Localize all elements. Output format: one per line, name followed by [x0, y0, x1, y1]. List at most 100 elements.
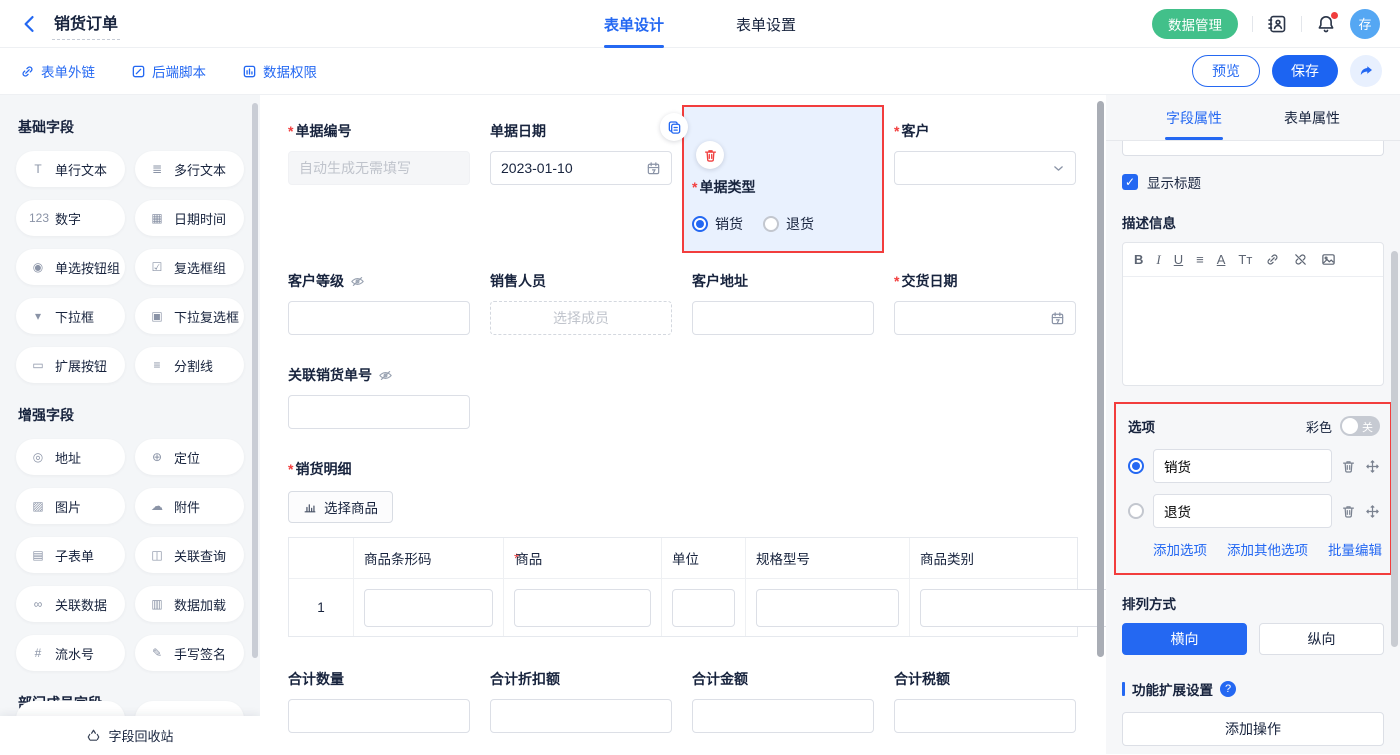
italic-icon[interactable]: I — [1156, 252, 1160, 268]
copy-field-button[interactable] — [660, 113, 688, 141]
tab-form-properties[interactable]: 表单属性 — [1284, 95, 1340, 140]
sidebar-field-pill[interactable]: ▣下拉复选框 — [135, 298, 244, 334]
total-input[interactable] — [490, 699, 672, 733]
data-manage-button[interactable]: 数据管理 — [1152, 9, 1238, 39]
notification-bell-icon[interactable] — [1316, 14, 1336, 34]
canvas-scrollbar[interactable] — [1097, 101, 1104, 657]
select-product-button[interactable]: 选择商品 — [288, 491, 393, 523]
form-canvas[interactable]: *单据编号 自动生成无需填写 单据日期 2023-01-10 — [260, 95, 1106, 754]
field-sales-detail[interactable]: *销货明细 选择商品 商品条形码*商品单位规格型号商品类别1 — [288, 459, 1106, 637]
field-合计折扣额[interactable]: 合计折扣额 — [490, 669, 672, 733]
bill-no-input[interactable]: 自动生成无需填写 — [288, 151, 470, 185]
horizontal-button[interactable]: 横向 — [1122, 623, 1247, 655]
toolbar-link-表单外链[interactable]: 表单外链 — [20, 61, 95, 81]
sidebar-field-pill[interactable]: ☁附件 — [135, 488, 244, 524]
avatar[interactable]: 存 — [1350, 9, 1380, 39]
sidebar-field-pill[interactable]: ⊕定位 — [135, 439, 244, 475]
detail-cell-input[interactable] — [920, 589, 1106, 627]
add-action-button[interactable]: 添加操作 — [1122, 712, 1384, 746]
field-bill-date[interactable]: 单据日期 2023-01-10 — [490, 121, 672, 241]
checkbox-checked-icon[interactable]: ✓ — [1122, 174, 1138, 190]
total-input[interactable] — [692, 699, 874, 733]
option-link-添加选项[interactable]: 添加选项 — [1153, 539, 1207, 559]
underline-icon[interactable]: U — [1174, 252, 1183, 267]
field-合计金额[interactable]: 合计金额 — [692, 669, 874, 733]
toolbar-link-数据权限[interactable]: 数据权限 — [242, 61, 317, 81]
detail-cell-input[interactable] — [514, 589, 651, 627]
customer-level-input[interactable] — [288, 301, 470, 335]
radio-unchecked-icon[interactable] — [1128, 503, 1144, 519]
sidebar-field-pill[interactable]: #流水号 — [16, 635, 125, 671]
sidebar-field-pill[interactable]: ◫关联查询 — [135, 537, 244, 573]
font-size-icon[interactable]: Tт — [1238, 252, 1252, 267]
sidebar-field-pill[interactable]: ▨图片 — [16, 488, 125, 524]
delivery-date-input[interactable] — [894, 301, 1076, 335]
delete-option-icon[interactable] — [1341, 504, 1356, 519]
option-link-添加其他选项[interactable]: 添加其他选项 — [1227, 539, 1308, 559]
font-color-icon[interactable]: A — [1217, 252, 1226, 267]
tab-form-design[interactable]: 表单设计 — [604, 0, 664, 48]
sidebar-field-pill[interactable]: ≣多行文本 — [135, 151, 244, 187]
bill-date-input[interactable]: 2023-01-10 — [490, 151, 672, 185]
show-title-checkbox-row[interactable]: ✓ 显示标题 — [1122, 172, 1384, 192]
radio-unchecked-icon[interactable] — [763, 216, 779, 232]
field-customer-address[interactable]: 客户地址 — [692, 271, 874, 335]
delete-option-icon[interactable] — [1341, 459, 1356, 474]
field-bill-no[interactable]: *单据编号 自动生成无需填写 — [288, 121, 470, 241]
field-合计税额[interactable]: 合计税额 — [894, 669, 1076, 733]
back-icon[interactable] — [20, 14, 40, 34]
detail-cell-input[interactable] — [364, 589, 493, 627]
option-label-input[interactable] — [1153, 494, 1332, 528]
sidebar-field-pill[interactable]: ▤子表单 — [16, 537, 125, 573]
sidebar-field-pill[interactable]: ≡分割线 — [135, 347, 244, 383]
field-title-input-cropped[interactable] — [1122, 141, 1384, 156]
salesperson-picker[interactable]: 选择成员 — [490, 301, 672, 335]
panel-scrollbar[interactable] — [1391, 251, 1398, 647]
delete-field-button[interactable] — [696, 141, 724, 169]
sidebar-field-pill[interactable]: ▾下拉框 — [16, 298, 125, 334]
customer-address-input[interactable] — [692, 301, 874, 335]
insert-image-icon[interactable] — [1321, 252, 1336, 267]
share-button[interactable] — [1350, 55, 1382, 87]
field-合计数量[interactable]: 合计数量 — [288, 669, 470, 733]
link-icon[interactable] — [1265, 252, 1280, 267]
color-toggle-off[interactable]: 关 — [1340, 416, 1380, 436]
move-option-icon[interactable] — [1365, 504, 1380, 519]
bill-type-option[interactable]: 退货 — [763, 214, 814, 234]
tab-form-settings[interactable]: 表单设置 — [736, 0, 796, 48]
field-customer-level[interactable]: 客户等级 — [288, 271, 470, 335]
total-input[interactable] — [288, 699, 470, 733]
detail-cell-input[interactable] — [672, 589, 735, 627]
sidebar-field-pill[interactable]: ◎地址 — [16, 439, 125, 475]
unlink-icon[interactable] — [1293, 252, 1308, 267]
field-delivery-date[interactable]: *交货日期 — [894, 271, 1076, 335]
total-input[interactable] — [894, 699, 1076, 733]
field-recycle-bin[interactable]: 字段回收站 — [0, 716, 260, 754]
form-title-editable[interactable]: 销货订单 — [52, 8, 120, 40]
move-option-icon[interactable] — [1365, 459, 1380, 474]
save-button[interactable]: 保存 — [1272, 55, 1338, 87]
align-icon[interactable]: ≡ — [1196, 252, 1204, 267]
contact-book-icon[interactable] — [1267, 14, 1287, 34]
radio-checked-icon[interactable] — [692, 216, 708, 232]
bold-icon[interactable]: B — [1134, 252, 1143, 267]
field-salesperson[interactable]: 销售人员 选择成员 — [490, 271, 672, 335]
field-related-bill-no[interactable]: 关联销货单号 — [288, 365, 470, 429]
sidebar-field-pill[interactable]: ▥数据加载 — [135, 586, 244, 622]
field-bill-type-selected[interactable]: *单据类型 销货退货 — [692, 121, 874, 241]
preview-button[interactable]: 预览 — [1192, 55, 1260, 87]
sidebar-field-pill[interactable]: ◉单选按钮组 — [16, 249, 125, 285]
sidebar-field-pill[interactable]: T单行文本 — [16, 151, 125, 187]
option-link-批量编辑[interactable]: 批量编辑 — [1328, 539, 1382, 559]
sidebar-field-pill[interactable]: 123数字 — [16, 200, 125, 236]
option-label-input[interactable] — [1153, 449, 1332, 483]
customer-select[interactable] — [894, 151, 1076, 185]
toolbar-link-后端脚本[interactable]: 后端脚本 — [131, 61, 206, 81]
sidebar-scrollbar[interactable] — [252, 103, 258, 658]
radio-checked-icon[interactable] — [1128, 458, 1144, 474]
sidebar-field-pill[interactable]: ▭扩展按钮 — [16, 347, 125, 383]
bill-type-option[interactable]: 销货 — [692, 214, 743, 234]
field-customer[interactable]: *客户 — [894, 121, 1076, 241]
sidebar-field-pill[interactable]: ∞关联数据 — [16, 586, 125, 622]
sidebar-field-pill[interactable]: ☑复选框组 — [135, 249, 244, 285]
